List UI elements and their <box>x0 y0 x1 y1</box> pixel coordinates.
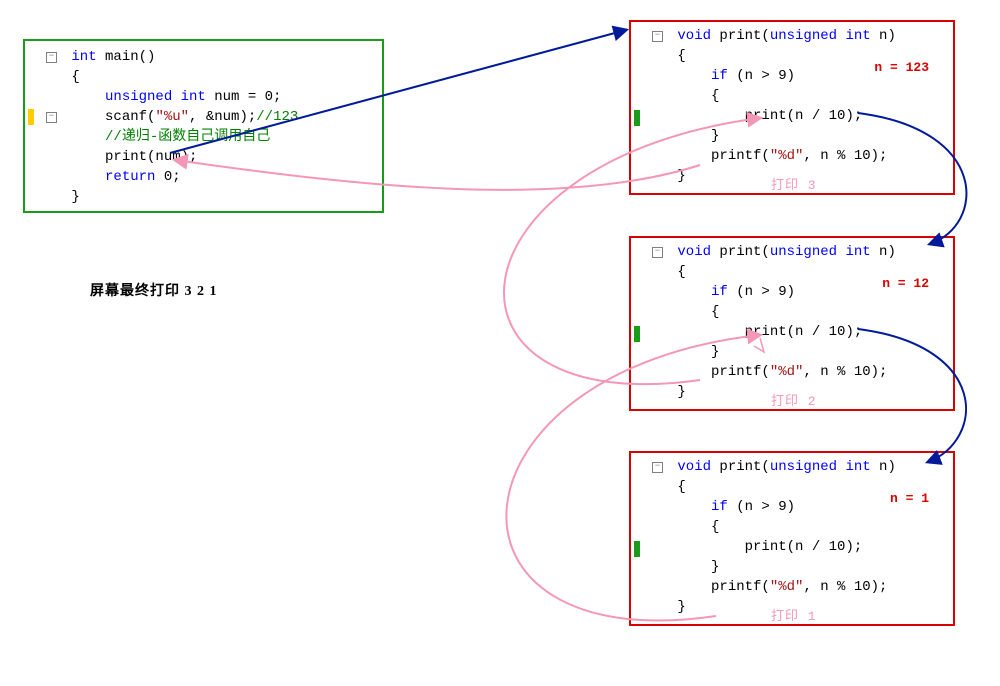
fold-icon: − <box>652 462 663 473</box>
main-code: int main() { unsigned int num = 0; scanf… <box>71 47 298 207</box>
fold-icon: − <box>652 31 663 42</box>
annotation-print-3: 打印 1 <box>771 605 817 624</box>
annotation-n-value-2: n = 12 <box>882 276 929 291</box>
print1-gutter: − <box>635 26 669 186</box>
annotation-print-1: 打印 3 <box>771 174 817 193</box>
fold-icon: − <box>46 112 57 123</box>
print-call-box-3: − void print(unsigned int n) { if (n > 9… <box>629 451 955 626</box>
fold-icon: − <box>46 52 57 63</box>
print3-code: void print(unsigned int n) { if (n > 9) … <box>677 457 895 617</box>
annotation-print-2: 打印 2 <box>771 390 817 409</box>
bookmark-marker <box>634 110 640 126</box>
annotation-n-value-1: n = 123 <box>874 60 929 75</box>
bookmark-marker <box>28 109 34 125</box>
print2-code: void print(unsigned int n) { if (n > 9) … <box>677 242 895 402</box>
print-call-box-2: − void print(unsigned int n) { if (n > 9… <box>629 236 955 411</box>
print3-gutter: − <box>635 457 669 617</box>
bookmark-marker <box>634 326 640 342</box>
print-call-box-1: − void print(unsigned int n) { if (n > 9… <box>629 20 955 195</box>
print1-code: void print(unsigned int n) { if (n > 9) … <box>677 26 895 186</box>
print2-gutter: − <box>635 242 669 402</box>
final-output-label: 屏幕最终打印 3 2 1 <box>90 280 218 300</box>
fold-icon: − <box>652 247 663 258</box>
main-function-box: − − int main() { unsigned int num = 0; s… <box>23 39 384 213</box>
bookmark-marker <box>634 541 640 557</box>
annotation-n-value-3: n = 1 <box>890 491 929 506</box>
main-gutter: − − <box>29 47 63 207</box>
